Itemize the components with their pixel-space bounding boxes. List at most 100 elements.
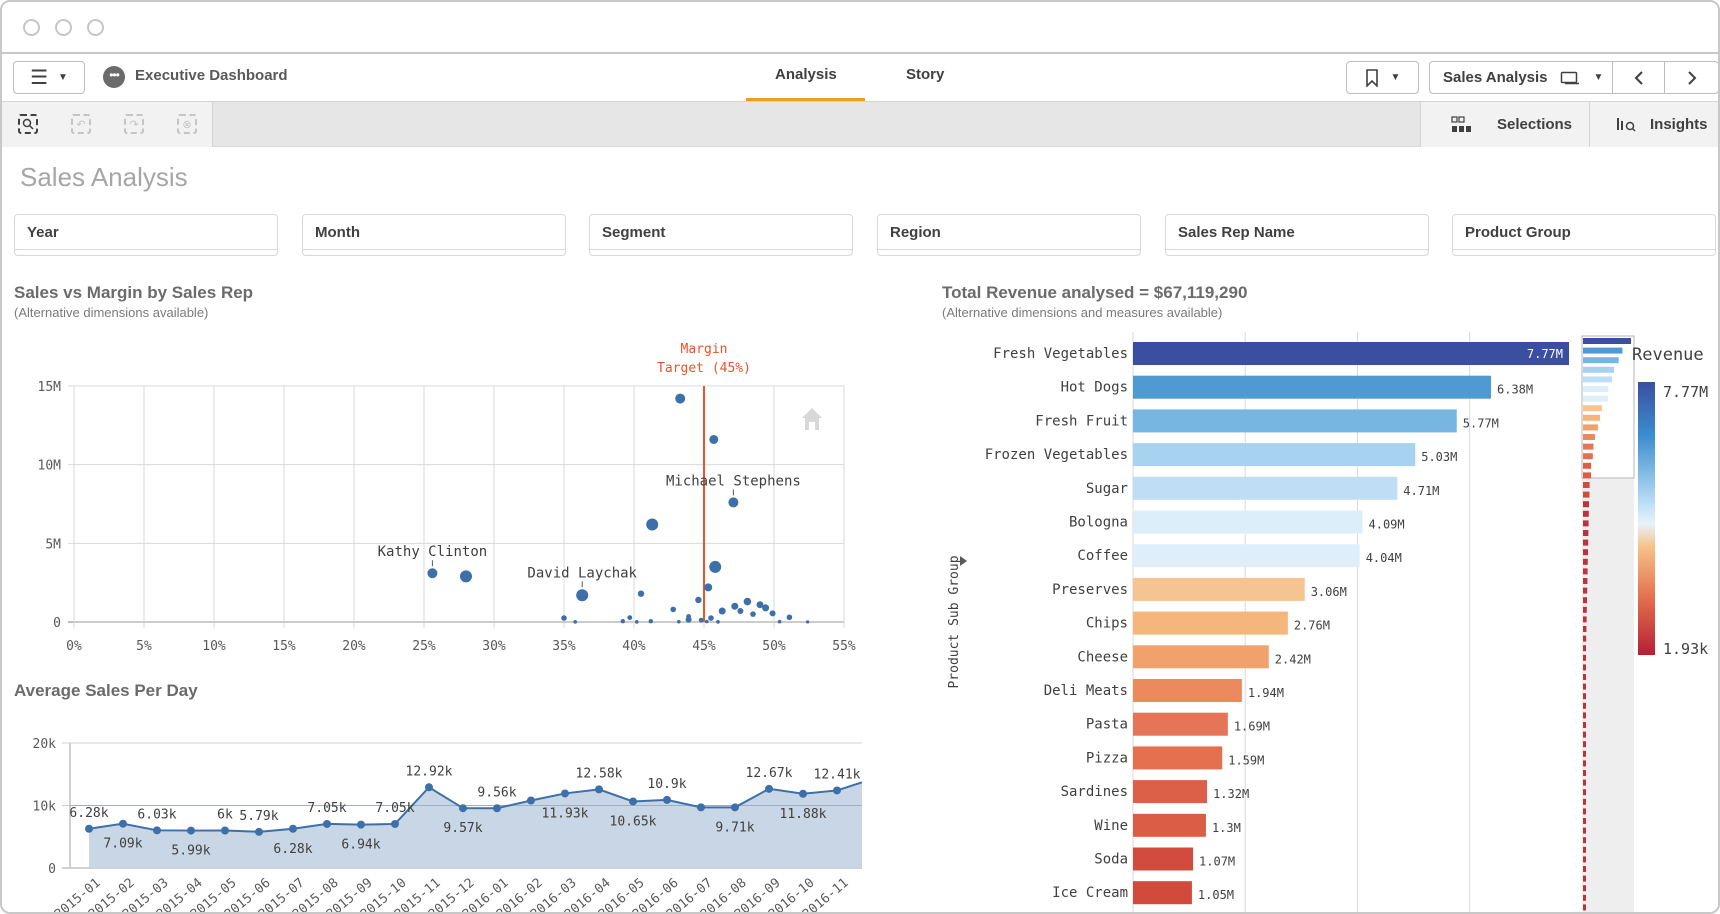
data-label: 1.32M bbox=[1213, 787, 1249, 801]
sheet-selector-button[interactable]: Sales Analysis ▼ bbox=[1430, 62, 1613, 93]
filter-month[interactable]: Month bbox=[302, 214, 566, 256]
line-point bbox=[153, 826, 161, 835]
line-point bbox=[425, 783, 433, 792]
line-point bbox=[697, 803, 705, 812]
mini-chart-bar bbox=[1583, 856, 1586, 863]
next-sheet-button[interactable] bbox=[1665, 62, 1718, 93]
caret-down-icon: ▼ bbox=[1593, 72, 1604, 83]
mini-chart-bar bbox=[1583, 414, 1601, 421]
data-label: 10.65k bbox=[610, 814, 657, 829]
scatter-point bbox=[737, 607, 744, 614]
scatter-point bbox=[635, 620, 639, 624]
bookmark-icon bbox=[1365, 68, 1378, 87]
tab-analysis[interactable]: Analysis bbox=[775, 66, 837, 83]
line-point bbox=[85, 824, 93, 833]
tab-story[interactable]: Story bbox=[906, 66, 944, 83]
x-tick-label: 45% bbox=[692, 639, 716, 654]
scatter-chart-title: Sales vs Margin by Sales Rep bbox=[14, 283, 254, 302]
category-label: Preserves bbox=[1052, 582, 1128, 598]
global-menu-button[interactable]: ☰ ▼ bbox=[13, 61, 85, 94]
line-point bbox=[595, 785, 603, 794]
mini-chart-bar bbox=[1583, 779, 1586, 786]
filter-segment[interactable]: Segment bbox=[589, 214, 853, 256]
scatter-point bbox=[709, 560, 722, 573]
data-label: 6k bbox=[217, 808, 233, 823]
clear-selections-button[interactable]: ⊗ bbox=[177, 114, 197, 134]
y-tick-label: 0 bbox=[53, 616, 61, 631]
data-label: 5.77M bbox=[1463, 416, 1499, 430]
category-label: Soda bbox=[1094, 852, 1128, 868]
scatter-point bbox=[675, 393, 686, 404]
mini-chart-bar bbox=[1583, 530, 1589, 536]
line-point bbox=[663, 795, 671, 804]
home-icon bbox=[802, 408, 822, 430]
smart-search-button[interactable] bbox=[18, 114, 38, 134]
scatter-chart[interactable]: 0% 5% 10% 15% 20% 25% 30% 35% 40% 45% 50% 55% 0 5M 10M… bbox=[2, 332, 862, 662]
bar bbox=[1133, 679, 1242, 702]
step-back-button[interactable]: ↶ bbox=[71, 114, 91, 134]
x-tick-label: 30% bbox=[482, 639, 506, 654]
scatter-point bbox=[620, 619, 625, 624]
bookmarks-button[interactable]: ▼ bbox=[1346, 61, 1419, 94]
line-point bbox=[527, 796, 535, 805]
maximize-window-button[interactable] bbox=[87, 19, 104, 36]
x-tick-label: 10% bbox=[202, 639, 226, 654]
scatter-point bbox=[769, 610, 776, 617]
mini-chart-bar bbox=[1583, 482, 1590, 488]
selections-button[interactable]: Selections bbox=[1420, 102, 1590, 147]
bar bbox=[1133, 645, 1269, 669]
data-label: 7.77M bbox=[1527, 347, 1563, 361]
point-label: David Laychak bbox=[527, 565, 637, 581]
line-chart[interactable]: 010k20k6.28k2015-017.09k2015-026.03k2015… bbox=[2, 717, 862, 914]
mini-chart-bar bbox=[1583, 443, 1594, 450]
filter-sales-rep-name[interactable]: Sales Rep Name bbox=[1165, 214, 1429, 256]
scatter-point bbox=[716, 620, 720, 624]
category-label: Fresh Fruit bbox=[1035, 413, 1128, 429]
plot-border bbox=[73, 385, 845, 623]
data-label: 7.09k bbox=[103, 837, 142, 852]
mini-chart-bar bbox=[1583, 578, 1588, 584]
filter-year[interactable]: Year bbox=[14, 214, 278, 256]
scatter-point bbox=[762, 604, 770, 612]
data-label: 12.41k bbox=[814, 767, 861, 782]
mini-chart-bar bbox=[1583, 770, 1586, 776]
insights-button[interactable]: Insights bbox=[1590, 102, 1718, 147]
data-label: 12.92k bbox=[406, 764, 453, 779]
scatter-point bbox=[698, 617, 704, 623]
scatter-point bbox=[648, 619, 653, 624]
step-forward-button[interactable]: ↷ bbox=[124, 114, 144, 134]
category-label: Ice Cream bbox=[1052, 885, 1128, 901]
category-label: Pasta bbox=[1086, 717, 1128, 733]
app-title: Executive Dashboard bbox=[135, 67, 288, 84]
line-point bbox=[799, 789, 807, 798]
mini-chart-bar bbox=[1583, 558, 1588, 565]
scatter-point bbox=[460, 570, 472, 583]
data-label: 1.69M bbox=[1234, 720, 1270, 734]
data-label: 1.59M bbox=[1228, 753, 1264, 767]
bar bbox=[1133, 611, 1288, 635]
mini-chart-bar bbox=[1583, 606, 1587, 613]
axis-title: Product Sub Group bbox=[947, 555, 962, 688]
selection-tools: ↶ ↷ ⊗ bbox=[2, 102, 213, 147]
scatter-point bbox=[705, 619, 709, 624]
close-window-button[interactable] bbox=[23, 19, 40, 36]
bar bbox=[1133, 746, 1223, 770]
minimize-window-button[interactable] bbox=[55, 19, 72, 36]
category-label: Cheese bbox=[1077, 649, 1128, 665]
mini-chart-bar bbox=[1583, 722, 1586, 728]
more-dots-icon[interactable]: ••• bbox=[103, 66, 125, 88]
category-label: Fresh Vegetables bbox=[993, 346, 1128, 362]
data-label: 12.67k bbox=[746, 766, 793, 781]
bar-chart-subtitle: (Alternative dimensions and measures ava… bbox=[942, 305, 1223, 320]
y-tick-label: 0 bbox=[48, 862, 56, 877]
sheet-selector-label: Sales Analysis bbox=[1443, 69, 1548, 86]
scatter-point bbox=[427, 568, 438, 579]
data-label: 11.88k bbox=[780, 807, 827, 822]
previous-sheet-button[interactable] bbox=[1613, 62, 1665, 93]
scatter-point bbox=[637, 590, 645, 597]
step-forward-icon: ↷ bbox=[129, 118, 139, 131]
bar-chart[interactable]: Fresh Vegetables 7.77M Hot Dogs 6.38M Fresh … bbox=[932, 332, 1720, 914]
filter-region[interactable]: Region bbox=[877, 214, 1141, 256]
bar-chart-title: Total Revenue analysed = $67,119,290 bbox=[942, 283, 1248, 302]
filter-product-group[interactable]: Product Group bbox=[1452, 214, 1716, 256]
